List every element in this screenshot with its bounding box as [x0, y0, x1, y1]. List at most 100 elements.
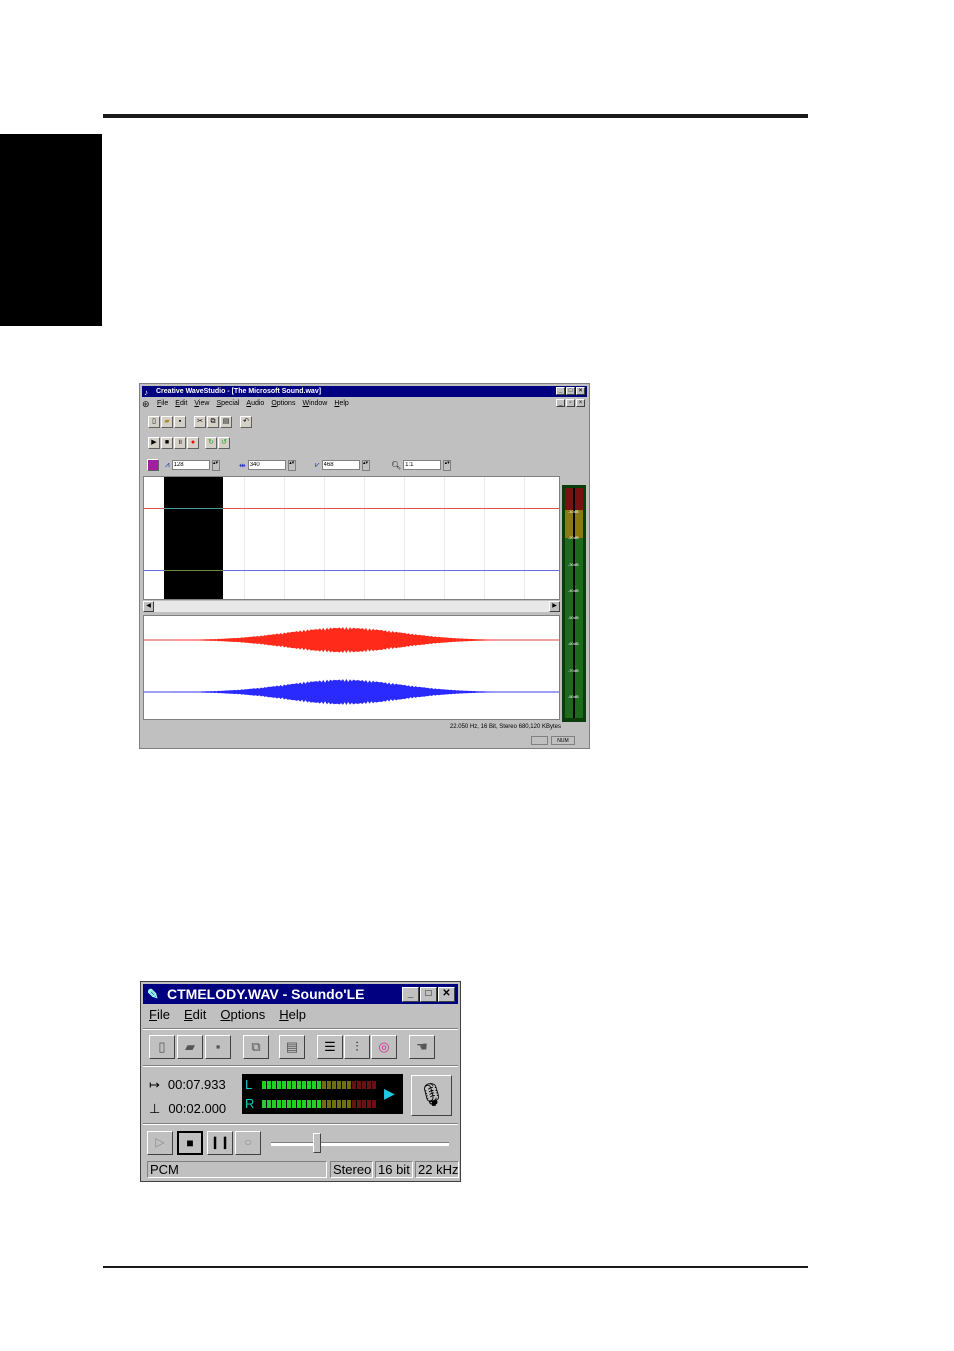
open-folder-icon[interactable]: ▰: [177, 1035, 203, 1059]
cut-icon[interactable]: ✂: [194, 416, 206, 428]
selection-length-input[interactable]: [247, 460, 286, 470]
scroll-left-icon[interactable]: ◀: [143, 601, 154, 612]
selection-end-stepper[interactable]: ▴▾: [361, 459, 370, 471]
selection-start-icon: ⩘: [165, 460, 170, 469]
menu-edit[interactable]: Edit: [175, 400, 187, 407]
position-slider-thumb[interactable]: [313, 1133, 321, 1153]
record-button[interactable]: ○: [235, 1131, 261, 1155]
menu-help[interactable]: Help: [334, 400, 348, 407]
soundole-maximize-button[interactable]: □: [420, 987, 437, 1002]
toolbar-separator: [143, 1065, 458, 1067]
meter-segment: [272, 1100, 276, 1108]
list-icon[interactable]: ☰: [317, 1035, 343, 1059]
zoom-input[interactable]: [403, 460, 442, 470]
right-level-bar: [262, 1100, 378, 1108]
meter-segment: [362, 1081, 366, 1089]
waveform-full-pane[interactable]: [143, 615, 560, 720]
meter-segment: [292, 1100, 296, 1108]
repeat-icon[interactable]: ↺: [218, 437, 230, 449]
menu-edit[interactable]: Edit: [184, 1007, 206, 1025]
wavestudio-app-icon: ♪: [144, 388, 148, 397]
pause-icon[interactable]: ॥: [174, 437, 186, 449]
child-minimize-button[interactable]: _: [556, 399, 565, 407]
meter-segment: [317, 1081, 321, 1089]
play-icon[interactable]: ▶: [148, 437, 160, 449]
minimize-button[interactable]: _: [556, 387, 565, 395]
menu-file[interactable]: File: [157, 400, 168, 407]
new-file-icon[interactable]: ▯: [149, 1035, 175, 1059]
horizontal-scrollbar[interactable]: ◀ ▶: [143, 601, 560, 612]
stop-button[interactable]: ■: [177, 1131, 203, 1155]
menu-view[interactable]: View: [194, 400, 209, 407]
menu-help[interactable]: Help: [279, 1007, 306, 1025]
play-button[interactable]: ▷: [147, 1131, 173, 1155]
meter-segment: [357, 1100, 361, 1108]
waveform-overview-pane[interactable]: [143, 476, 560, 600]
new-file-icon[interactable]: ▯: [148, 416, 160, 428]
meter-segment: [327, 1081, 331, 1089]
menu-audio[interactable]: Audio: [246, 400, 264, 407]
soundole-close-button[interactable]: ✕: [438, 987, 455, 1002]
loop-icon[interactable]: ↻: [205, 437, 217, 449]
spin-field-2: ⇹ ▴▾: [239, 459, 296, 471]
paste-icon[interactable]: ▤: [279, 1035, 305, 1059]
soundole-minimize-button[interactable]: _: [402, 987, 419, 1002]
stop-icon[interactable]: ■: [161, 437, 173, 449]
child-close-button[interactable]: ×: [576, 399, 585, 407]
meter-segment: [262, 1081, 266, 1089]
menu-options[interactable]: Options: [271, 400, 295, 407]
meter-segment: [297, 1081, 301, 1089]
wavestudio-title-bar[interactable]: ♪ Creative WaveStudio - [The Microsoft S…: [142, 386, 587, 397]
selected-region[interactable]: [164, 477, 223, 599]
selection-start-input[interactable]: [171, 460, 210, 470]
meter-tick: -10dB: [568, 509, 579, 514]
soundole-title: CTMELODY.WAV - Soundo'LE: [167, 986, 365, 1002]
child-restore-button[interactable]: ▫: [566, 399, 575, 407]
meter-tick: -50dB: [568, 615, 579, 620]
cd-icon[interactable]: ◎: [371, 1035, 397, 1059]
meter-tick: -70dB: [568, 668, 579, 673]
copy-icon[interactable]: ⧉: [243, 1035, 269, 1059]
meter-segment: [307, 1081, 311, 1089]
position-slider-track[interactable]: [271, 1142, 449, 1146]
meter-segment: [337, 1100, 341, 1108]
save-icon[interactable]: ▪: [174, 416, 186, 428]
selection-length-stepper[interactable]: ▴▾: [287, 459, 296, 471]
mixer-icon[interactable]: ⫶: [344, 1035, 370, 1059]
soundole-title-bar[interactable]: ✎ CTMELODY.WAV - Soundo'LE _ □ ✕: [143, 984, 458, 1004]
save-icon[interactable]: ▪: [205, 1035, 231, 1059]
scroll-right-icon[interactable]: ▶: [549, 601, 560, 612]
record-icon[interactable]: ●: [187, 437, 199, 449]
meter-segment: [312, 1081, 316, 1089]
menu-special[interactable]: Special: [216, 400, 239, 407]
menu-file[interactable]: File: [149, 1007, 170, 1025]
level-meter: -10dB -20dB -30dB -40dB -50dB -60dB -70d…: [562, 485, 586, 722]
hand-icon[interactable]: ☚: [409, 1035, 435, 1059]
maximize-button[interactable]: □: [566, 387, 575, 395]
meter-segment: [332, 1081, 336, 1089]
spin-field-1: ⩘ ▴▾: [165, 459, 220, 471]
meter-segment: [372, 1081, 376, 1089]
waveform-view-icon[interactable]: [147, 459, 159, 471]
menu-window[interactable]: Window: [302, 400, 327, 407]
meter-separator: [143, 1123, 458, 1125]
microphone-icon[interactable]: 🎙︎: [411, 1075, 452, 1116]
menu-options[interactable]: Options: [220, 1007, 265, 1025]
meter-segment: [352, 1081, 356, 1089]
selection-end-input[interactable]: [321, 460, 360, 470]
pause-button[interactable]: ❙❙: [207, 1131, 233, 1155]
bits-status: 16 bit: [375, 1161, 413, 1178]
copy-icon[interactable]: ⧉: [207, 416, 219, 428]
close-button[interactable]: ×: [576, 387, 585, 395]
meter-segment: [367, 1081, 371, 1089]
wavestudio-menu-bar: ⊛ File Edit View Special Audio Options W…: [142, 398, 587, 409]
rate-status: 22 kHz: [415, 1161, 459, 1178]
status-panel-blank: [531, 736, 548, 745]
undo-icon[interactable]: ↶: [240, 416, 252, 428]
paste-icon[interactable]: ▤: [220, 416, 232, 428]
position-value: 00:02.000: [168, 1101, 227, 1116]
zoom-stepper[interactable]: ▴▾: [443, 459, 452, 471]
open-folder-icon[interactable]: ▰: [161, 416, 173, 428]
soundole-window: ✎ CTMELODY.WAV - Soundo'LE _ □ ✕ File Ed…: [140, 981, 461, 1182]
selection-start-stepper[interactable]: ▴▾: [211, 459, 220, 471]
